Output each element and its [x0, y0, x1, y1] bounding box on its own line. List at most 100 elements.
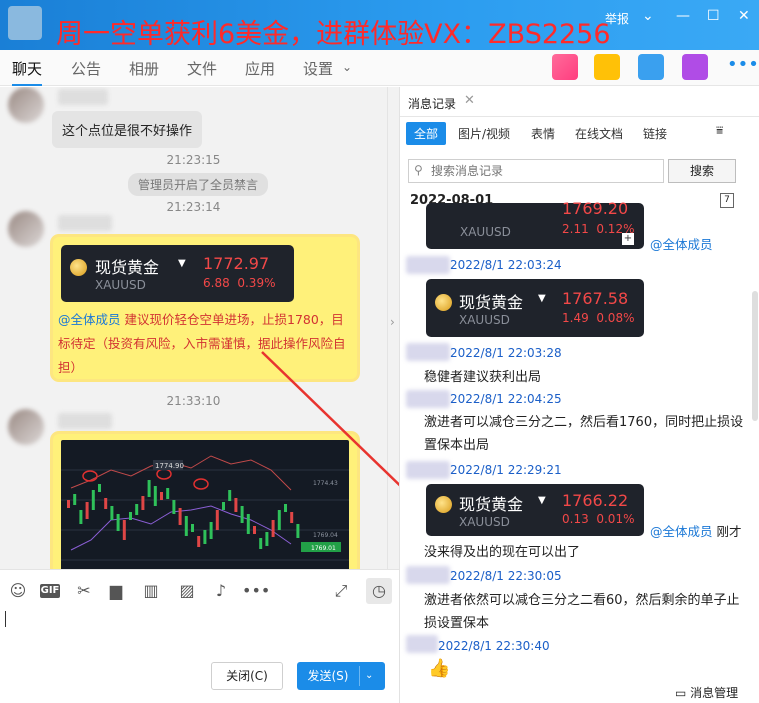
- photo-icon[interactable]: [638, 54, 664, 80]
- chevron-down-icon[interactable]: ⌄: [342, 60, 352, 74]
- title-bar: 周一空单获利6美金，进群体验VX：ZBS2256 举报 ⌄ — ☐ ✕: [0, 0, 759, 50]
- sender-name: [406, 256, 450, 274]
- history-scrollbar[interactable]: [752, 291, 758, 421]
- avatar[interactable]: [8, 409, 44, 445]
- candle: [240, 506, 244, 523]
- bell-icon[interactable]: ♪: [211, 581, 231, 601]
- avatar[interactable]: [8, 211, 44, 247]
- folder-icon[interactable]: ▆: [106, 581, 126, 601]
- message-time: 2022/8/1 22:30:40: [438, 639, 550, 653]
- message-manage-button[interactable]: ▭ 消息管理: [675, 684, 738, 701]
- tab-chat[interactable]: 聊天: [12, 58, 43, 86]
- tab-settings[interactable]: 设置: [303, 58, 333, 79]
- candle: [110, 506, 114, 520]
- input-toolbar: ☺ GIF ✂ ▆ ▥ ▨ ♪ ••• ⤢ ◷: [0, 569, 399, 609]
- tab-announcement[interactable]: 公告: [71, 58, 101, 79]
- candle: [147, 480, 151, 497]
- message-time: 2022/8/1 22:04:25: [450, 392, 562, 406]
- quote-name: 现货黄金: [459, 293, 524, 312]
- chat-message-area[interactable]: 这个点位是很不好操作 21:23:15 管理员开启了全员禁言 21:23:14 …: [0, 87, 387, 569]
- filter-links[interactable]: 链接: [643, 125, 667, 142]
- gold-quote-card[interactable]: 现货黄金 ▼ XAUUSD 1766.22 0.13 0.01%: [426, 484, 644, 536]
- quote-symbol: XAUUSD: [460, 225, 511, 239]
- book-icon[interactable]: ▥: [141, 581, 161, 601]
- message-history-panel: 消息记录 ✕ 全部 图片/视频 表情 在线文档 链接 ⩸ ⚲ 搜索 2022-0…: [399, 87, 759, 703]
- dropdown-icon[interactable]: ⌄: [642, 8, 654, 24]
- quote-symbol: XAUUSD: [459, 313, 510, 327]
- sender-name: [406, 343, 450, 361]
- gold-quote-card[interactable]: XAUUSD 2.11 0.12% 1769.20: [426, 199, 644, 249]
- gold-coin-icon: [435, 496, 452, 513]
- candle: [209, 522, 213, 539]
- history-clock-icon[interactable]: ◷: [366, 578, 392, 604]
- mention-all[interactable]: @全体成员: [58, 312, 121, 327]
- maximize-icon[interactable]: ☐: [707, 8, 720, 24]
- emoji-icon[interactable]: ☺: [8, 581, 28, 601]
- message-manage-icon: ▭: [675, 686, 687, 700]
- filter-media[interactable]: 图片/视频: [458, 125, 510, 142]
- quote-change: 1.49 0.08%: [562, 311, 635, 325]
- sender-name: [406, 390, 450, 408]
- history-message: 激进者依然可以减仓三分之二看60，然后剩余的单子止损设置保本: [424, 593, 740, 631]
- close-button[interactable]: 关闭(C): [211, 662, 283, 690]
- plus-icon[interactable]: +: [622, 233, 634, 245]
- history-search-box[interactable]: ⚲: [408, 159, 664, 183]
- close-icon[interactable]: ✕: [464, 93, 475, 108]
- scissors-icon[interactable]: ✂: [74, 581, 94, 601]
- candle: [246, 514, 250, 534]
- quote-symbol: XAUUSD: [459, 515, 510, 529]
- tab-apps[interactable]: 应用: [245, 58, 275, 79]
- search-button[interactable]: 搜索: [668, 159, 736, 183]
- mention-all[interactable]: @全体成员: [650, 234, 713, 253]
- chart-axis-label: 1774.43: [313, 480, 338, 487]
- candle: [91, 490, 95, 510]
- gold-quote-card[interactable]: 现货黄金 ▼ XAUUSD 1767.58 1.49 0.08%: [426, 279, 644, 337]
- gold-quote-card[interactable]: 现货黄金 ▼ XAUUSD 1772.97 6.88 0.39%: [61, 245, 294, 302]
- candle: [98, 484, 101, 492]
- calendar-icon[interactable]: 7: [720, 193, 734, 208]
- gif-icon[interactable]: GIF: [40, 584, 60, 598]
- candle: [284, 504, 287, 512]
- more-icon[interactable]: •••: [727, 54, 759, 75]
- quote-price: 1767.58: [562, 289, 629, 308]
- send-options-chevron-icon[interactable]: ⌄: [365, 662, 373, 690]
- apps-grid-icon[interactable]: [552, 54, 578, 80]
- more-icon[interactable]: •••: [242, 581, 270, 601]
- minimize-icon[interactable]: —: [676, 8, 690, 24]
- close-icon[interactable]: ✕: [738, 8, 750, 24]
- caret-down-icon: ▼: [178, 258, 186, 269]
- history-search-input[interactable]: [431, 163, 659, 179]
- mention-all[interactable]: @全体成员: [650, 524, 713, 539]
- filter-stickers[interactable]: 表情: [531, 125, 555, 142]
- video-call-icon[interactable]: [682, 54, 708, 80]
- filter-docs[interactable]: 在线文档: [575, 125, 623, 142]
- chart-image-message: 1774.90 1774.43 1769.04 1769.01: [53, 434, 357, 569]
- expand-icon[interactable]: ⤢: [331, 581, 351, 601]
- send-label[interactable]: 发送(S): [297, 662, 359, 690]
- history-tab-title[interactable]: 消息记录: [408, 95, 456, 112]
- tab-album[interactable]: 相册: [129, 58, 159, 79]
- candle: [228, 490, 232, 501]
- candle: [160, 492, 163, 500]
- chart-screenshot[interactable]: 1774.90 1774.43 1769.04 1769.01: [61, 440, 349, 569]
- candle: [178, 508, 182, 525]
- panel-collapse-handle[interactable]: ›: [387, 87, 399, 569]
- candle: [85, 502, 89, 519]
- message-time: 2022/8/1 22:03:28: [450, 346, 562, 360]
- avatar[interactable]: [8, 87, 44, 123]
- group-avatar: [8, 6, 42, 40]
- filter-all[interactable]: 全部: [406, 122, 447, 145]
- filter-settings-icon[interactable]: ⩸: [716, 123, 723, 138]
- quote-price: 1769.20: [562, 199, 629, 218]
- card-caption: @全体成员 刚才: [650, 521, 742, 540]
- report-link[interactable]: 举报: [605, 10, 629, 27]
- sender-name: [406, 635, 438, 653]
- chevron-right-icon[interactable]: ›: [390, 315, 395, 329]
- tab-files[interactable]: 文件: [187, 58, 217, 79]
- send-button[interactable]: 发送(S) ⌄: [297, 662, 385, 690]
- candle: [104, 498, 108, 509]
- image-icon[interactable]: ▨: [177, 581, 197, 601]
- candle: [222, 502, 225, 510]
- candle: [73, 494, 77, 505]
- share-screen-icon[interactable]: [594, 54, 620, 80]
